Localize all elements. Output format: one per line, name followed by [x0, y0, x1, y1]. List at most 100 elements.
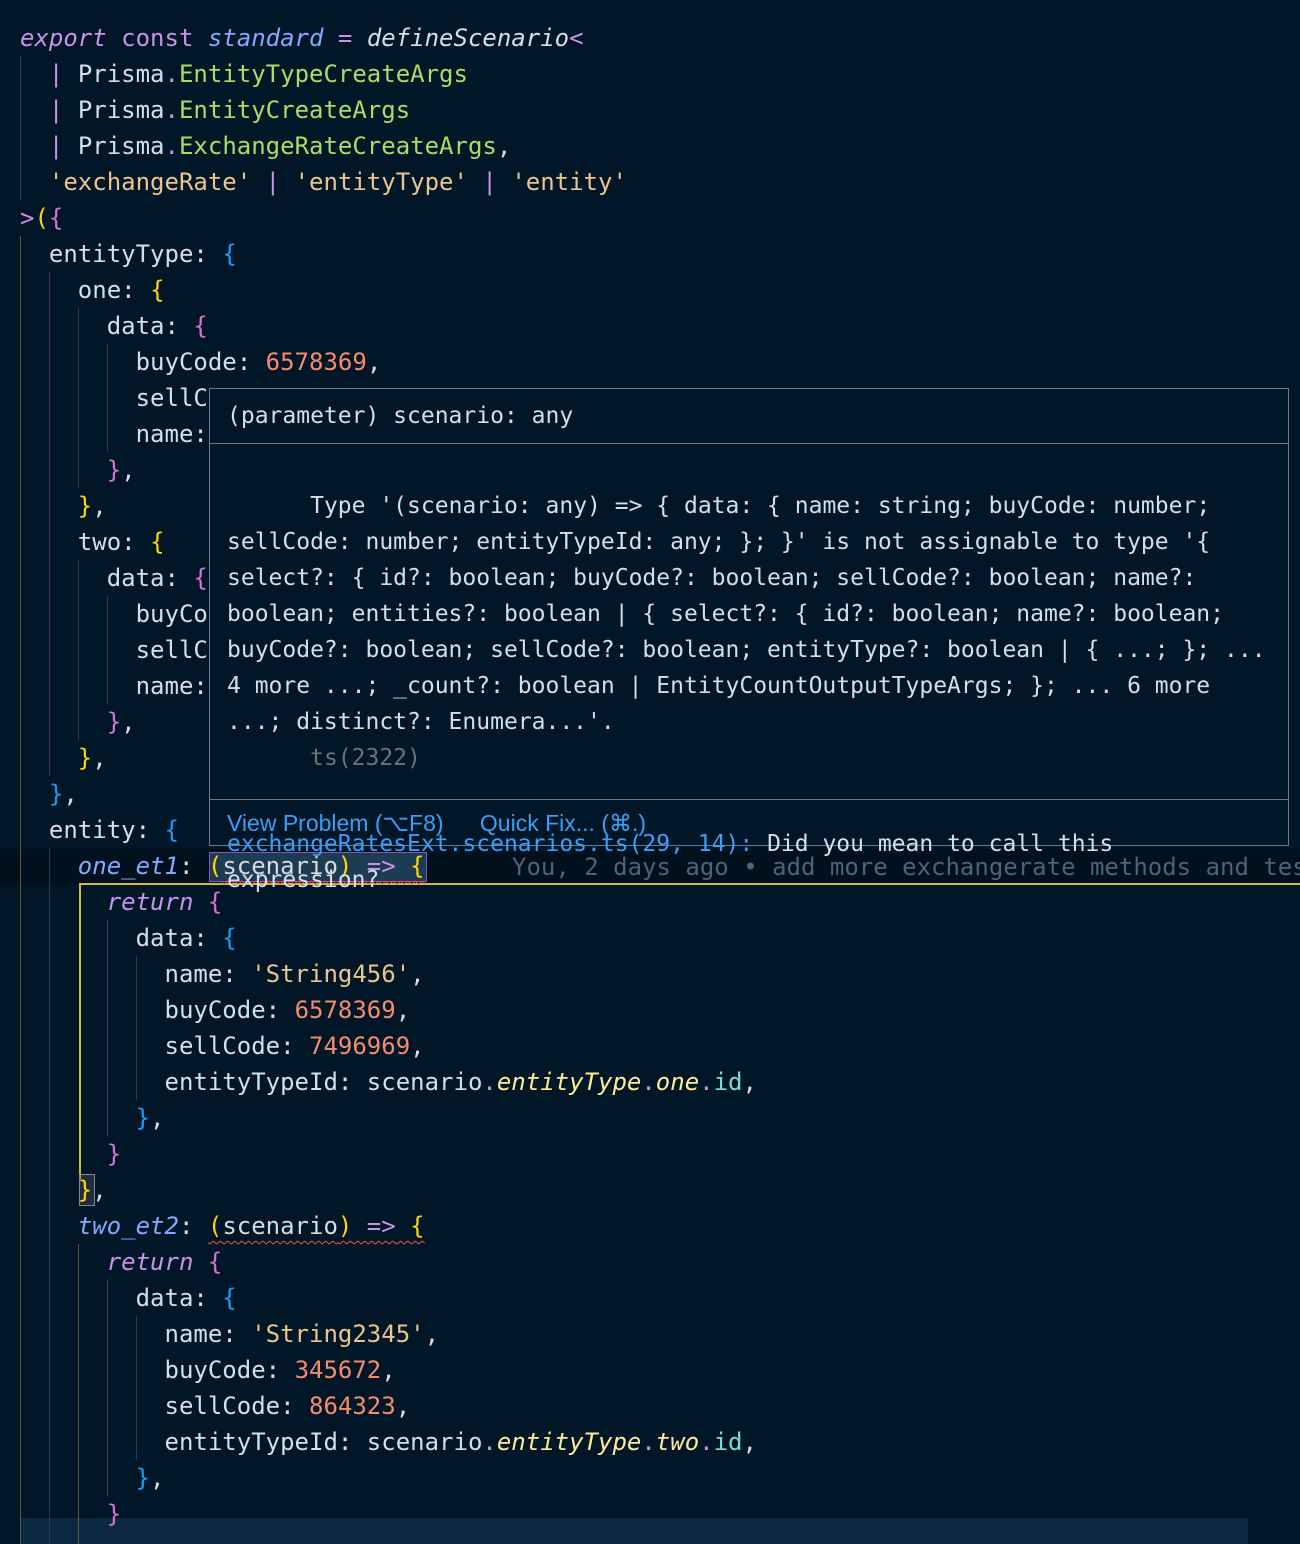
code-line[interactable]: sellCode: 864323, [20, 1388, 411, 1424]
code-token: return [106, 1248, 194, 1276]
code-editor[interactable]: export const standard = defineScenario< … [0, 0, 1300, 1544]
code-token: , [63, 780, 78, 808]
code-line[interactable]: name: [20, 416, 208, 452]
code-line[interactable]: }, [20, 452, 136, 488]
code-token: one [655, 1068, 700, 1096]
code-token: 'entityType' [294, 168, 468, 196]
code-token: two_et2 [77, 1212, 179, 1240]
code-token: , [92, 492, 107, 520]
code-token: { [222, 240, 237, 268]
code-token: , [121, 708, 136, 736]
code-line[interactable]: }, [20, 704, 136, 740]
code-token: buyCo [135, 600, 208, 628]
code-line[interactable]: buyCode: 6578369, [20, 992, 411, 1028]
code-line[interactable]: buyCode: 6578369, [20, 344, 382, 380]
code-line[interactable]: | Prisma.EntityTypeCreateArgs [20, 56, 468, 92]
code-token: 6578369 [265, 348, 367, 376]
code-token: export [20, 24, 107, 52]
code-line[interactable]: }, [20, 776, 78, 812]
code-token: . [482, 1068, 497, 1096]
code-line[interactable]: buyCode: 345672, [20, 1352, 396, 1388]
code-token: EntityCreateArgs [178, 96, 411, 124]
code-line[interactable]: entity: { [20, 812, 179, 848]
code-token: { [222, 1284, 237, 1312]
code-line[interactable]: data: { [20, 308, 208, 344]
code-line[interactable]: }, [20, 1100, 165, 1136]
code-token: : [193, 240, 223, 268]
code-line[interactable]: return { [20, 1244, 223, 1280]
code-token: { [410, 1212, 425, 1240]
code-line[interactable]: } [20, 1496, 121, 1532]
code-token: | [265, 168, 281, 196]
code-token: | [48, 96, 64, 124]
code-line[interactable]: }, [20, 1460, 165, 1496]
code-line[interactable]: sellC [20, 632, 208, 668]
code-token: { [150, 276, 165, 304]
view-problem-link[interactable]: View Problem (⌥F8) [227, 810, 444, 836]
code-line[interactable]: }, [20, 1172, 107, 1208]
code-token: | [48, 60, 64, 88]
code-line[interactable]: }, [20, 488, 107, 524]
code-token: return [106, 888, 194, 916]
code-token: data [135, 1284, 194, 1312]
code-line[interactable]: | Prisma.EntityCreateArgs [20, 92, 410, 128]
code-line[interactable]: data: { [20, 560, 208, 596]
code-token: { [150, 528, 165, 556]
code-line[interactable]: entityTypeId: scenario.entityType.two.id… [20, 1424, 757, 1460]
hover-widget[interactable]: (parameter) scenario: any Type '(scenari… [209, 388, 1289, 893]
code-line[interactable]: buyCo [20, 596, 208, 632]
code-token: | [482, 168, 497, 196]
code-token: 864323 [309, 1392, 396, 1420]
code-token: data [106, 312, 165, 340]
code-line[interactable]: entityType: { [20, 236, 237, 272]
code-token: : [121, 528, 151, 556]
code-line[interactable]: return { [20, 884, 223, 920]
code-line[interactable]: export const standard = defineScenario< [20, 20, 584, 56]
code-token: , [92, 744, 107, 772]
code-line[interactable]: 'exchangeRate' | 'entityType' | 'entity' [20, 164, 627, 200]
code-token: : [280, 1032, 309, 1060]
code-token: name [164, 1320, 223, 1348]
code-token: defineScenario [366, 24, 570, 52]
code-token: const [121, 24, 194, 52]
code-line[interactable]: } [20, 1136, 121, 1172]
code-token: : [164, 564, 194, 592]
quick-fix-link[interactable]: Quick Fix... (⌘.) [480, 810, 646, 836]
code-token: : [265, 996, 295, 1024]
code-line[interactable]: data: { [20, 1280, 237, 1316]
code-token: , [496, 132, 512, 160]
code-token: { [193, 312, 208, 340]
code-line[interactable]: name: 'String2345', [20, 1316, 440, 1352]
code-line[interactable]: two: { [20, 524, 165, 560]
code-token: : [337, 1428, 367, 1456]
code-line[interactable]: | Prisma.ExchangeRateCreateArgs, [20, 128, 511, 164]
code-token: two [655, 1428, 700, 1456]
code-line[interactable]: data: { [20, 920, 237, 956]
code-line[interactable]: two_et2: (scenario) => { [20, 1208, 425, 1244]
code-line[interactable]: entityTypeId: scenario.entityType.one.id… [20, 1064, 757, 1100]
code-line[interactable]: one: { [20, 272, 165, 308]
code-token: EntityTypeCreateArgs [178, 60, 468, 88]
code-line[interactable]: name: [20, 668, 208, 704]
code-token: } [106, 1500, 122, 1528]
code-line[interactable]: sellC [20, 380, 208, 416]
code-token: entityTypeId [164, 1428, 338, 1456]
code-token: : [265, 1356, 295, 1384]
code-token: two [77, 528, 122, 556]
code-line[interactable]: >({ [20, 200, 63, 236]
code-token: ( [34, 204, 49, 232]
code-line[interactable]: sellCode: 7496969, [20, 1028, 425, 1064]
code-line[interactable]: }, [20, 740, 107, 776]
